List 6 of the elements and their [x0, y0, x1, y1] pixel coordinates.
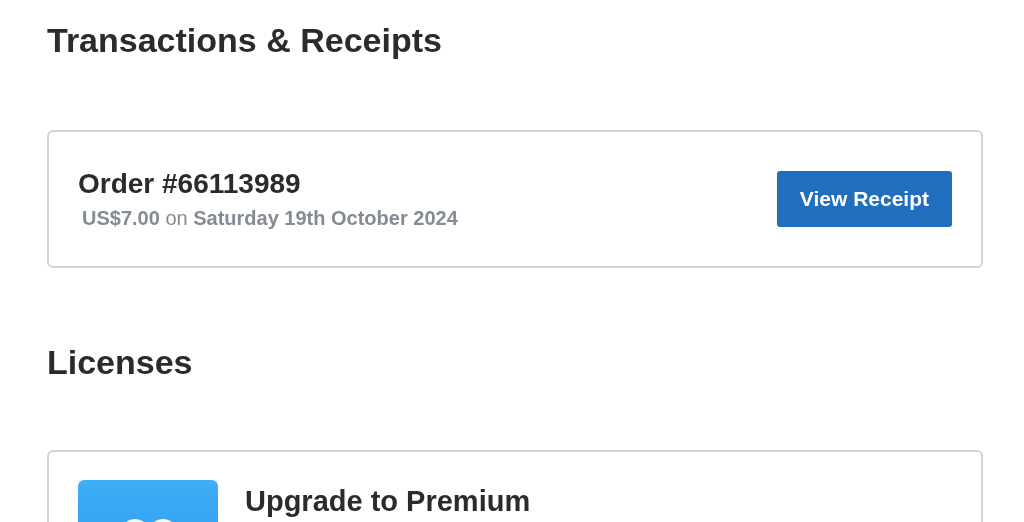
order-title: Order #66113989	[78, 167, 302, 201]
license-title: Upgrade to Premium	[245, 484, 531, 518]
section-heading: Transactions & Receipts	[47, 20, 443, 60]
order-summary: US$7.00 on Saturday 19th October 2024	[82, 206, 458, 231]
view-receipt-button[interactable]: View Receipt	[776, 171, 952, 227]
section-heading: Licenses	[47, 342, 194, 382]
